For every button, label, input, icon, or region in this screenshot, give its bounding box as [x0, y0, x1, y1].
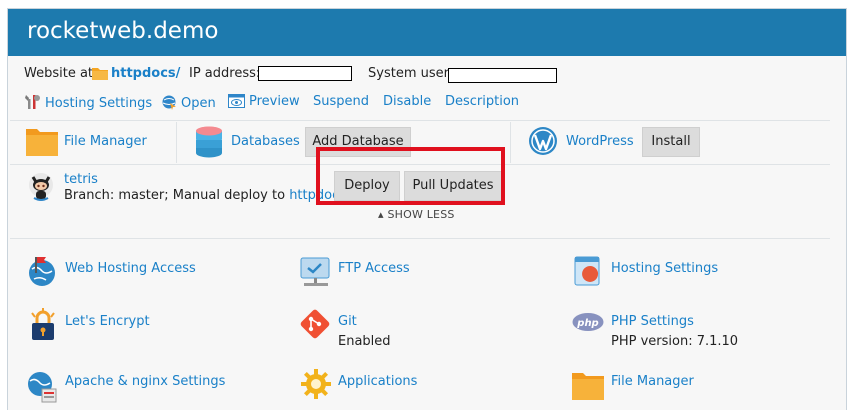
divider: [10, 238, 830, 239]
file-manager-tool-link[interactable]: File Manager: [611, 374, 694, 389]
apache-nginx-icon: [26, 369, 58, 407]
hosting-settings-icon: [573, 255, 603, 291]
php-version: PHP version: 7.1.10: [611, 334, 739, 349]
preview-action[interactable]: Preview: [228, 94, 300, 112]
apache-nginx-link[interactable]: Apache & nginx Settings: [65, 374, 225, 389]
ip-label: IP address:: [189, 66, 261, 81]
file-manager-folder-icon: [26, 126, 58, 160]
applications-gear-icon: [300, 368, 332, 404]
github-octocat-icon: [28, 168, 54, 206]
web-hosting-access-icon: [26, 255, 58, 291]
domain-header: rocketweb.demo: [8, 9, 846, 56]
ftp-access-link[interactable]: FTP Access: [338, 261, 410, 276]
ip-address-field: [258, 66, 352, 81]
php-settings-link[interactable]: PHP Settings: [611, 314, 694, 329]
open-globe-icon: [161, 94, 177, 114]
domain-title: rocketweb.demo: [27, 18, 219, 44]
folder-icon: [92, 66, 108, 84]
open-action[interactable]: Open: [161, 94, 216, 114]
hosting-settings-label: Hosting Settings: [45, 96, 153, 111]
preview-eye-icon: [228, 94, 245, 112]
system-user-field: [448, 68, 557, 83]
show-less-label: SHOW LESS: [387, 208, 455, 221]
file-manager-link[interactable]: File Manager: [64, 134, 147, 149]
repo-branch-text: Branch: master; Manual deploy to: [64, 188, 286, 203]
chevron-up-icon: ▴: [378, 208, 384, 221]
wordpress-icon: [528, 126, 558, 160]
divider: [176, 122, 177, 163]
description-link[interactable]: Description: [445, 94, 519, 109]
database-icon: [195, 126, 223, 162]
highlight-box: [316, 147, 505, 205]
hosting-settings-link[interactable]: Hosting Settings: [611, 261, 718, 276]
website-at-label: Website at: [24, 66, 94, 81]
wordpress-install-button[interactable]: Install: [642, 127, 700, 157]
databases-link[interactable]: Databases: [231, 134, 300, 149]
system-user-label: System user:: [368, 66, 454, 81]
hosting-settings-action[interactable]: Hosting Settings: [24, 94, 152, 114]
disable-link[interactable]: Disable: [383, 94, 431, 109]
lets-encrypt-icon: [28, 308, 58, 346]
svg-text:php: php: [576, 318, 598, 329]
suspend-link[interactable]: Suspend: [313, 94, 369, 109]
show-less-toggle[interactable]: ▴ SHOW LESS: [378, 208, 455, 221]
web-hosting-access-link[interactable]: Web Hosting Access: [65, 261, 196, 276]
git-link[interactable]: Git: [338, 314, 357, 329]
wordpress-link[interactable]: WordPress: [566, 134, 634, 149]
wrench-icon: [24, 94, 41, 114]
website-folder-link[interactable]: httpdocs/: [111, 66, 180, 81]
repo-name-link[interactable]: tetris: [64, 172, 98, 187]
git-status: Enabled: [338, 334, 391, 349]
applications-link[interactable]: Applications: [338, 374, 417, 389]
git-icon: [300, 309, 330, 343]
preview-label: Preview: [249, 94, 300, 109]
repo-branch-info: Branch: master; Manual deploy to httpdoc…: [64, 188, 346, 203]
lets-encrypt-link[interactable]: Let's Encrypt: [65, 314, 150, 329]
file-manager-tool-icon: [572, 370, 604, 404]
open-label: Open: [181, 96, 216, 111]
divider: [510, 122, 511, 163]
ftp-access-icon: [300, 255, 332, 291]
divider: [10, 120, 830, 121]
php-icon: php: [572, 312, 604, 336]
